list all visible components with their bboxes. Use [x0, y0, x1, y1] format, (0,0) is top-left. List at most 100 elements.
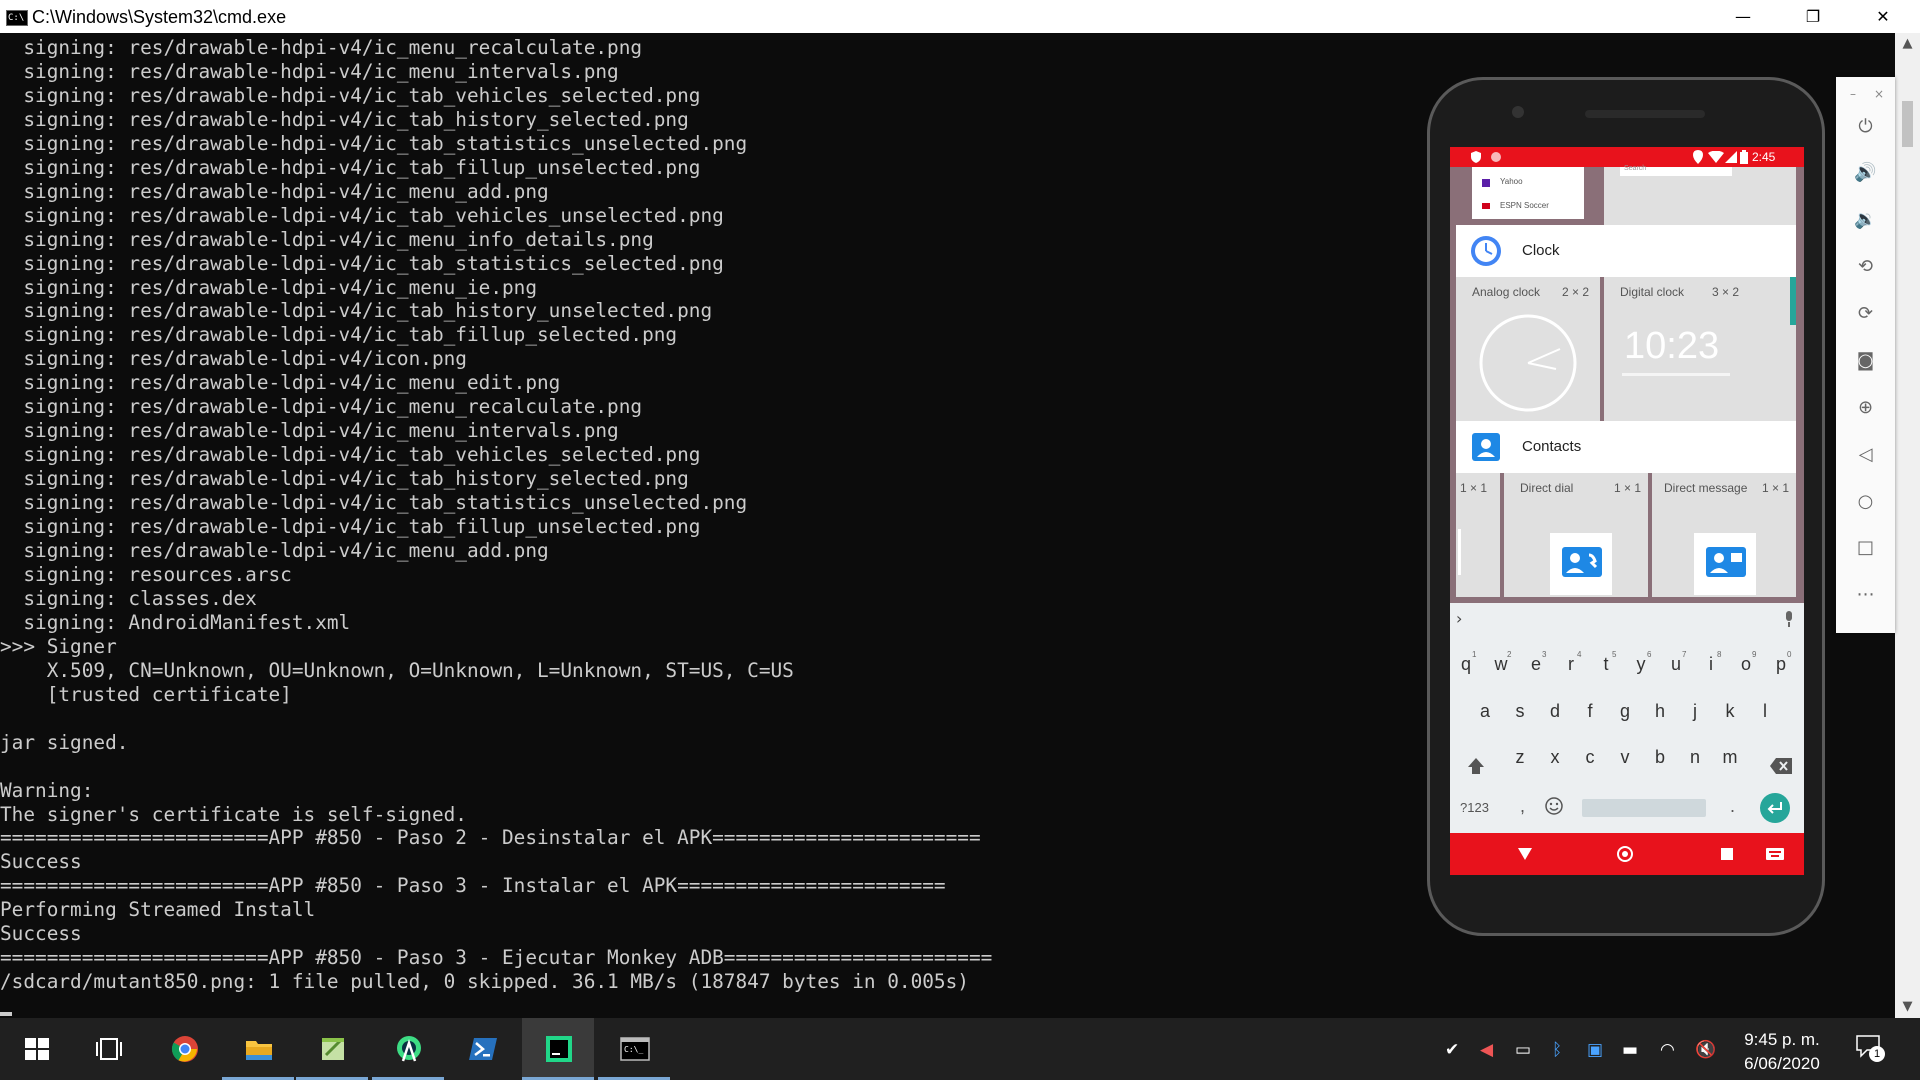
widget-name: Direct dial — [1520, 481, 1574, 495]
key-n[interactable]: n — [1681, 747, 1709, 768]
maximize-button[interactable]: ❐ — [1783, 0, 1843, 33]
pycharm-taskbar-button[interactable] — [522, 1018, 594, 1080]
key-g[interactable]: g — [1611, 701, 1639, 722]
key-f[interactable]: f — [1576, 701, 1604, 722]
scrollbar-thumb[interactable] — [1902, 101, 1913, 147]
analog-clock-widget[interactable]: Analog clock 2 × 2 — [1456, 277, 1600, 421]
direct-dial-widget[interactable]: Direct dial 1 × 1 — [1504, 473, 1648, 597]
key-l[interactable]: l — [1751, 701, 1779, 722]
clock-app-header: Clock — [1456, 225, 1796, 277]
search-widget-preview[interactable]: Search — [1604, 165, 1796, 225]
security-tray-icon[interactable]: ✔ — [1445, 1040, 1459, 1060]
volume-muted-tray-icon[interactable]: 🔇 — [1695, 1040, 1716, 1060]
taskbar-clock[interactable]: 9:45 p. m. 6/06/2020 — [1730, 1028, 1834, 1076]
console-line: signing: res/drawable-ldpi-v4/ic_tab_his… — [0, 467, 689, 491]
cmd-icon: C:\ — [6, 10, 28, 26]
speaker-tray-icon[interactable]: ◀ — [1480, 1040, 1493, 1060]
start-button[interactable] — [0, 1018, 72, 1080]
file-explorer-taskbar-button[interactable] — [222, 1018, 294, 1080]
console-line: signing: res/drawable-hdpi-v4/ic_menu_ad… — [0, 179, 549, 203]
volume-down-icon[interactable]: 🔉 — [1836, 209, 1895, 249]
spacebar[interactable] — [1582, 799, 1706, 817]
wifi-tray-icon[interactable]: ◠ — [1660, 1040, 1675, 1060]
keyboard-switch-icon[interactable] — [1766, 848, 1784, 860]
emoji-icon[interactable] — [1545, 797, 1563, 815]
console-line: signing: res/drawable-ldpi-v4/ic_tab_sta… — [0, 491, 748, 515]
console-line: The signer's certificate is self-signed. — [0, 802, 467, 826]
key-a[interactable]: a — [1471, 701, 1499, 722]
comma-key[interactable]: , — [1520, 796, 1525, 817]
power-icon[interactable]: ⏻ — [1836, 116, 1895, 156]
clock-app-name: Clock — [1522, 242, 1560, 259]
home-icon[interactable]: ○ — [1836, 491, 1895, 531]
shift-icon[interactable] — [1466, 756, 1486, 776]
key-b[interactable]: b — [1646, 747, 1674, 768]
android-studio-icon — [397, 1036, 421, 1062]
key-s[interactable]: s — [1506, 701, 1534, 722]
microphone-icon[interactable] — [1784, 611, 1794, 627]
period-key[interactable]: . — [1730, 796, 1735, 817]
widget-picker[interactable]: Yahoo ESPN Soccer Search Clock Analog cl… — [1450, 165, 1804, 603]
emulator-screen[interactable]: 2:45 Yahoo ESPN Soccer Search Clock Anal… — [1450, 147, 1804, 875]
digital-clock-widget[interactable]: Digital clock 3 × 2 10:23 — [1604, 277, 1796, 421]
bookmarks-widget-preview[interactable]: Yahoo ESPN Soccer — [1472, 167, 1584, 219]
search-bar-preview: Search — [1620, 165, 1732, 176]
console-line: signing: res/drawable-hdpi-v4/ic_tab_sta… — [0, 131, 748, 155]
key-z[interactable]: z — [1506, 747, 1534, 768]
chrome-taskbar-button[interactable] — [148, 1018, 220, 1080]
key-j[interactable]: j — [1681, 701, 1709, 722]
windows-logo-icon — [25, 1038, 49, 1060]
toolbar-close-button[interactable]: × — [1874, 87, 1884, 101]
bluetooth-tray-icon[interactable]: ᛒ — [1552, 1040, 1562, 1060]
recents-square-icon[interactable] — [1721, 848, 1733, 860]
battery-tray-icon[interactable]: ▬ — [1622, 1040, 1638, 1060]
battery-icon — [1740, 150, 1748, 164]
console-line: signing: res/drawable-hdpi-v4/ic_menu_in… — [0, 59, 619, 83]
android-navigation-bar[interactable] — [1450, 833, 1804, 875]
key-m[interactable]: m — [1716, 747, 1744, 768]
close-button[interactable]: ✕ — [1853, 0, 1913, 33]
expand-suggestions-chevron-icon[interactable]: › — [1456, 609, 1462, 628]
contact-widget[interactable]: 1 × 1 — [1456, 473, 1500, 597]
backspace-icon[interactable] — [1770, 758, 1792, 774]
app-tray-icon[interactable]: ▣ — [1587, 1040, 1603, 1060]
soft-keyboard[interactable]: › q1w2e3r4t5y6u7i8o9p0 asdfghjkl zxcvbnm… — [1450, 603, 1804, 833]
vertical-scrollbar[interactable]: ▲ ▼ — [1895, 33, 1920, 1018]
key-k[interactable]: k — [1716, 701, 1744, 722]
key-c[interactable]: c — [1576, 747, 1604, 768]
minimize-button[interactable]: — — [1713, 0, 1773, 33]
notepad-plus-taskbar-button[interactable] — [296, 1018, 368, 1080]
powershell-taskbar-button[interactable] — [446, 1018, 518, 1080]
more-icon[interactable]: ⋯ — [1836, 584, 1895, 624]
contacts-app-name: Contacts — [1522, 438, 1582, 455]
task-view-button[interactable] — [72, 1018, 144, 1080]
enter-icon[interactable] — [1760, 793, 1790, 823]
back-icon[interactable]: ◁ — [1836, 444, 1895, 484]
monitor-tray-icon[interactable]: ▭ — [1515, 1040, 1531, 1060]
bookmark-label-yahoo: Yahoo — [1500, 177, 1523, 186]
scroll-down-arrow-icon[interactable]: ▼ — [1895, 996, 1920, 1018]
scroll-up-arrow-icon[interactable]: ▲ — [1895, 33, 1920, 55]
android-studio-taskbar-button[interactable] — [372, 1018, 444, 1080]
clock-time: 9:45 p. m. — [1744, 1030, 1820, 1049]
key-v[interactable]: v — [1611, 747, 1639, 768]
rotate-right-icon[interactable]: ⟳ — [1836, 303, 1895, 343]
action-center-button[interactable]: 1 — [1855, 1034, 1885, 1064]
zoom-icon[interactable]: ⊕ — [1836, 397, 1895, 437]
key-x[interactable]: x — [1541, 747, 1569, 768]
contacts-app-icon — [1472, 433, 1500, 461]
symbols-key[interactable]: ?123 — [1460, 800, 1489, 815]
key-hint: 0 — [1787, 650, 1792, 659]
home-circle-icon[interactable] — [1617, 846, 1633, 862]
console-line: signing: res/drawable-ldpi-v4/ic_menu_ie… — [0, 275, 538, 299]
key-h[interactable]: h — [1646, 701, 1674, 722]
cmd-taskbar-button[interactable]: C:\_ — [598, 1018, 670, 1080]
overview-icon[interactable]: □ — [1836, 537, 1895, 577]
back-triangle-icon[interactable] — [1518, 848, 1532, 860]
rotate-left-icon[interactable]: ⟲ — [1836, 256, 1895, 296]
camera-icon[interactable]: ◙ — [1836, 350, 1895, 390]
key-d[interactable]: d — [1541, 701, 1569, 722]
direct-message-widget[interactable]: Direct message 1 × 1 — [1652, 473, 1796, 597]
toolbar-minimize-button[interactable]: – — [1850, 87, 1856, 101]
volume-up-icon[interactable]: 🔊 — [1836, 162, 1895, 202]
